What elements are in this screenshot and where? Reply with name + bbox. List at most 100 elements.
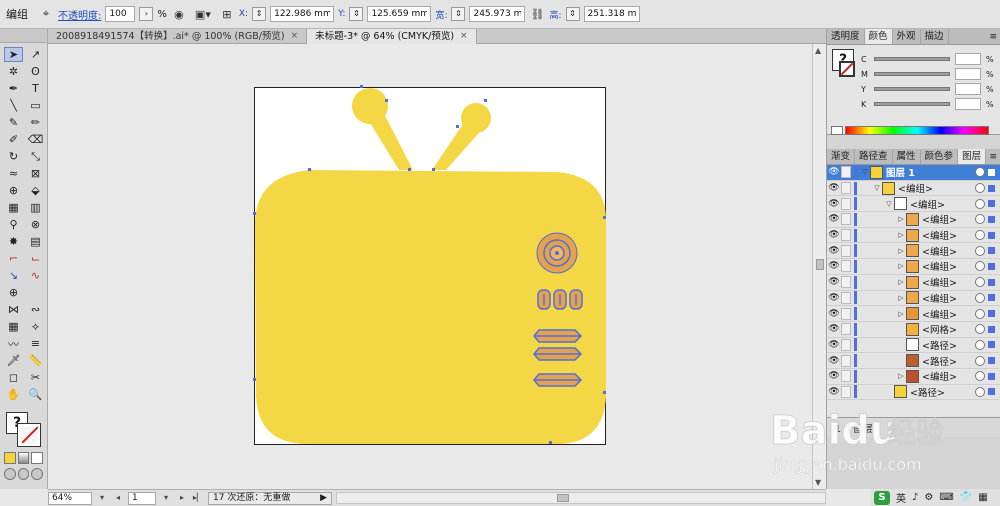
next-artboard-icon[interactable]: ▸ — [176, 492, 188, 504]
visibility-eye-icon[interactable]: 👁 — [827, 167, 841, 177]
expand-triangle-icon[interactable]: ▷ — [896, 310, 906, 318]
width-stepper[interactable]: ⇕ — [451, 7, 466, 21]
visibility-eye-icon[interactable]: 👁 — [827, 387, 841, 397]
selection-indicator[interactable] — [988, 262, 995, 270]
x-input[interactable] — [270, 6, 335, 22]
expand-triangle-icon[interactable]: ▷ — [896, 247, 906, 255]
selection-indicator[interactable] — [988, 341, 995, 349]
gradient-mode-button[interactable] — [17, 452, 30, 464]
selection-indicator[interactable] — [988, 325, 995, 333]
tv-knob[interactable] — [536, 232, 578, 274]
horizontal-scroll-thumb[interactable] — [557, 494, 569, 502]
doc-tab-1[interactable]: 2008918491574【转换】.ai* @ 100% (RGB/预览) × — [48, 29, 308, 44]
layer-row[interactable]: 👁 ▷ <编组> — [827, 369, 1000, 385]
shape-builder-tool-icon[interactable]: ⊕ — [4, 183, 23, 198]
doc-tab-2[interactable]: 未标题-3* @ 64% (CMYK/预览) × — [307, 29, 477, 44]
close-icon[interactable]: × — [460, 29, 468, 44]
eyedropper-tool-icon[interactable]: ⚲ — [4, 217, 23, 232]
artboard-tool-icon[interactable]: ⌐ — [4, 251, 23, 266]
layer-row[interactable]: 👁 ▷ <编组> — [827, 306, 1000, 322]
expand-triangle-icon[interactable]: ▷ — [896, 231, 906, 239]
selection-indicator[interactable] — [988, 294, 995, 302]
lock-toggle[interactable] — [841, 323, 851, 336]
opacity-dropdown-button[interactable]: › — [139, 7, 154, 21]
tab-stroke[interactable]: 描边 — [921, 29, 949, 44]
live-paint-tool-icon[interactable]: ⬙ — [26, 183, 45, 198]
rectangle-tool-icon[interactable]: ▭ — [26, 98, 45, 113]
tab-attributes[interactable]: 属性 — [893, 149, 921, 164]
tv-antenna-left[interactable] — [352, 88, 413, 170]
channel-slider[interactable] — [874, 57, 950, 61]
tv-body[interactable] — [255, 170, 606, 444]
layer-row[interactable]: 👁 ▽ 图层 1 — [827, 165, 1000, 181]
lock-toggle[interactable] — [841, 354, 851, 367]
paintbrush-tool-icon[interactable]: ✎ — [4, 115, 23, 130]
canvas-area[interactable] — [48, 44, 812, 489]
none-mode-button[interactable] — [31, 452, 44, 464]
layer-row[interactable]: 👁 <路径> — [827, 338, 1000, 354]
draw-behind-button[interactable] — [17, 468, 30, 480]
ime-language-toggle[interactable]: 英 — [896, 490, 906, 505]
channel-value-input[interactable] — [955, 98, 981, 110]
width-tool-icon[interactable]: ↘ — [4, 268, 23, 283]
pencil-tool-icon[interactable]: ✏ — [26, 115, 45, 130]
tab-transparency[interactable]: 透明度 — [827, 29, 865, 44]
blob-brush-tool-icon[interactable]: ✐ — [4, 132, 23, 147]
channel-slider[interactable] — [874, 72, 950, 76]
artboard-field[interactable]: 1 — [128, 491, 156, 505]
selection-indicator[interactable] — [988, 388, 995, 396]
line-tool-icon[interactable]: ╲ — [4, 98, 23, 113]
lock-toggle[interactable] — [841, 260, 851, 273]
opacity-input[interactable] — [105, 6, 136, 22]
reflect-tool-icon[interactable]: ⋈ — [4, 302, 23, 317]
x-stepper[interactable]: ⇕ — [252, 7, 267, 21]
ime-toolbox-icon[interactable]: ▦ — [978, 492, 987, 503]
target-circle-icon[interactable] — [975, 198, 985, 209]
opacity-link[interactable]: 不透明度: — [58, 7, 101, 22]
type-tool-icon[interactable]: T — [26, 81, 45, 96]
zoom-tool-icon[interactable]: 🔍 — [26, 387, 45, 402]
channel-value-input[interactable] — [955, 68, 981, 80]
layer-row[interactable]: 👁 ▷ <编组> — [827, 275, 1000, 291]
visibility-eye-icon[interactable]: 👁 — [827, 183, 841, 193]
panel-menu-icon[interactable]: ≡ — [986, 29, 1000, 44]
knife-tool-icon[interactable]: 🗡 — [4, 353, 23, 368]
target-circle-icon[interactable] — [975, 386, 985, 397]
ime-skin-icon[interactable]: 👕 — [960, 492, 972, 503]
transform-icon[interactable]: ⌖ — [38, 6, 54, 22]
target-circle-icon[interactable] — [975, 167, 985, 178]
tab-layers[interactable]: 图层 — [958, 149, 987, 164]
channel-value-input[interactable] — [955, 53, 981, 65]
fill-stroke-swatches[interactable]: ? — [4, 412, 44, 448]
tv-small-buttons[interactable] — [537, 289, 583, 310]
vertical-scrollbar[interactable]: ▲ ▼ — [812, 44, 826, 489]
tab-color[interactable]: 颜色 — [864, 29, 893, 44]
scroll-down-icon[interactable]: ▼ — [815, 478, 821, 487]
lock-toggle[interactable] — [841, 307, 851, 320]
visibility-eye-icon[interactable]: 👁 — [827, 293, 841, 303]
layer-row[interactable]: 👁 ▷ <编组> — [827, 291, 1000, 307]
ime-keyboard-icon[interactable]: ⌨ — [939, 492, 953, 503]
lock-toggle[interactable] — [841, 229, 851, 242]
visibility-eye-icon[interactable]: 👁 — [827, 214, 841, 224]
tv-illustration[interactable] — [48, 44, 812, 489]
align-icon[interactable]: ⊞ — [219, 6, 235, 22]
wave-tool-icon[interactable]: ∾ — [26, 302, 45, 317]
magic-wand-tool-icon[interactable]: ✲ — [4, 64, 23, 79]
ime-settings-icon[interactable]: ⚙ — [924, 492, 933, 503]
target-circle-icon[interactable] — [975, 371, 985, 382]
lock-toggle[interactable] — [841, 213, 851, 226]
color-spectrum[interactable] — [845, 126, 989, 135]
symbol-sprayer-tool-icon[interactable]: ✸ — [4, 234, 23, 249]
layer-row[interactable]: 👁 ▷ <编组> — [827, 259, 1000, 275]
lock-toggle[interactable] — [841, 166, 851, 179]
tv-speaker-bars[interactable] — [533, 329, 583, 387]
stroke-swatch-icon[interactable] — [17, 423, 41, 447]
collapse-triangle-icon[interactable]: ▽ — [860, 168, 870, 176]
selection-indicator[interactable] — [988, 215, 995, 223]
layer-row[interactable]: 👁 ▷ <编组> — [827, 228, 1000, 244]
layer-row[interactable]: 👁 <路径> — [827, 353, 1000, 369]
layer-row[interactable]: 👁 ▽ <编组> — [827, 181, 1000, 197]
tab-appearance[interactable]: 外观 — [893, 29, 921, 44]
lock-toggle[interactable] — [841, 182, 851, 195]
